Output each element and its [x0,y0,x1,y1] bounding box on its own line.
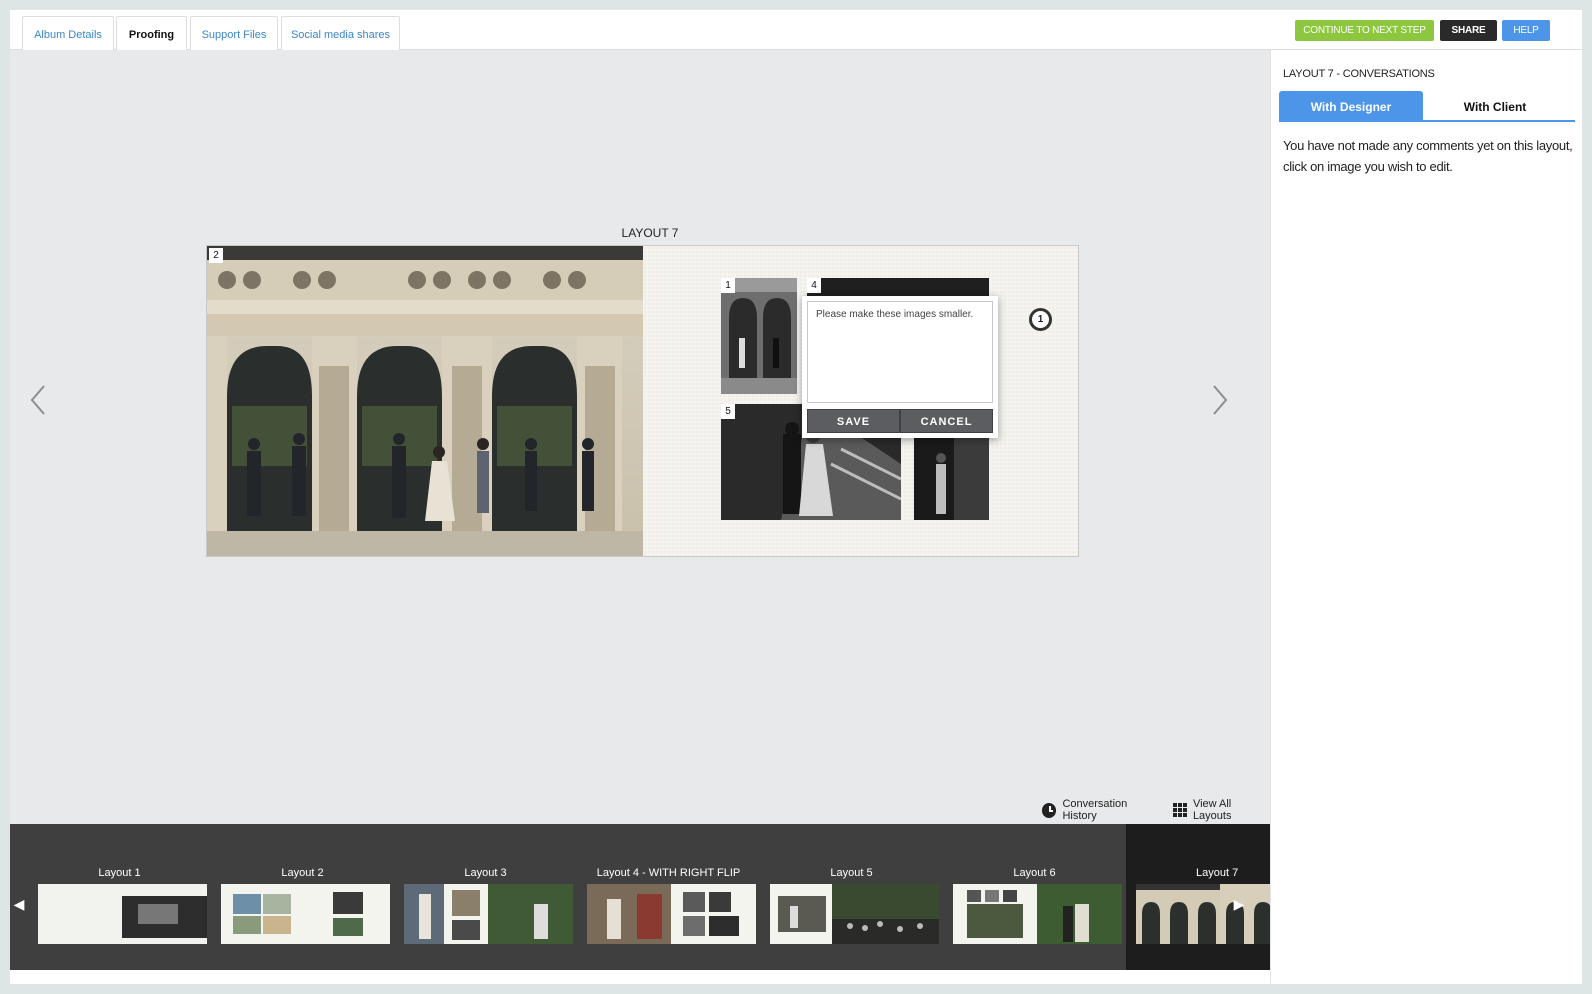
filmstrip-item-label: Layout 2 [281,867,324,879]
filmstrip-thumbnail [221,884,390,944]
filmstrip-item-label: Layout 5 [830,867,873,879]
spread-image-1[interactable] [721,278,797,394]
tab-with-designer[interactable]: With Designer [1279,91,1423,120]
app-window: Album Details Proofing Support Files Soc… [10,10,1582,984]
filmstrip-item-label: Layout 1 [98,867,141,879]
tab-support-files[interactable]: Support Files [190,16,278,51]
chevron-right-icon[interactable] [1204,380,1234,420]
top-bar: Album Details Proofing Support Files Soc… [10,10,1582,51]
strip-prev-icon[interactable]: ◀ [12,894,26,914]
comment-textarea[interactable]: Please make these images smaller. [807,301,993,403]
filmstrip-item[interactable]: Layout 2 [211,824,394,970]
grid-icon [1172,803,1187,817]
no-comments-message: You have not made any comments yet on th… [1283,138,1573,174]
canvas-links: Conversation History View All Layouts [1042,798,1270,822]
filmstrip-item[interactable]: Layout 3 [394,824,577,970]
chevron-left-icon[interactable] [24,380,54,420]
continue-button[interactable]: CONTINUE TO NEXT STEP [1295,20,1434,41]
filmstrip-item[interactable]: Layout 1 [28,824,211,970]
layout-filmstrip: ◀ Layout 1 Layout 2 Layout 3 Layout 4 - … [10,824,1270,970]
filmstrip-thumbnail [404,884,573,944]
layout-canvas: LAYOUT 7 2 1 4 5 Please make these image… [10,50,1270,836]
filmstrip-thumbnail [770,884,939,944]
view-all-layouts-link[interactable]: View All Layouts [1193,798,1270,822]
strip-next-icon[interactable]: ▶ [1232,894,1246,914]
tab-proofing[interactable]: Proofing [116,16,187,51]
filmstrip-thumbnail [587,884,756,944]
filmstrip-item-label: Layout 6 [1013,867,1056,879]
spread-image-6[interactable] [914,434,989,520]
save-button[interactable]: SAVE [807,409,900,433]
conversation-tabs: With Designer With Client [1279,91,1575,122]
share-button[interactable]: SHARE [1440,20,1497,41]
filmstrip-item[interactable]: Layout 6 [943,824,1126,970]
comment-popup: Please make these images smaller. SAVE C… [802,296,998,438]
filmstrip-thumbnail [1136,884,1270,944]
image-number-badge: 5 [721,404,735,419]
filmstrip-item-label: Layout 7 [1196,867,1239,879]
panel-title: LAYOUT 7 - CONVERSATIONS [1283,68,1435,80]
tab-with-client[interactable]: With Client [1423,91,1567,120]
tab-social-media-shares[interactable]: Social media shares [281,16,400,51]
image-number-badge: 2 [209,248,223,263]
album-spread: 2 1 4 5 Please make these images smaller… [206,245,1079,557]
filmstrip-item[interactable]: Layout 4 - WITH RIGHT FLIP [577,824,760,970]
filmstrip-item-active[interactable]: Layout 7 [1126,824,1270,970]
image-number-badge: 1 [721,278,735,293]
filmstrip-thumbnail [953,884,1122,944]
spread-image-2[interactable] [207,246,643,556]
comment-marker[interactable]: 1 [1029,308,1052,331]
conversation-history-link[interactable]: Conversation History [1062,798,1160,822]
filmstrip-item-label: Layout 3 [464,867,507,879]
filmstrip-thumbnail [38,884,207,944]
help-button[interactable]: HELP [1502,20,1550,41]
tab-album-details[interactable]: Album Details [22,16,114,51]
layout-title: LAYOUT 7 [621,226,679,240]
conversation-panel: LAYOUT 7 - CONVERSATIONS With Designer W… [1270,50,1582,984]
clock-icon [1042,802,1057,818]
image-number-badge: 4 [807,278,821,293]
filmstrip-item-label: Layout 4 - WITH RIGHT FLIP [596,867,741,879]
cancel-button[interactable]: CANCEL [900,409,993,433]
filmstrip-item[interactable]: Layout 5 [760,824,943,970]
